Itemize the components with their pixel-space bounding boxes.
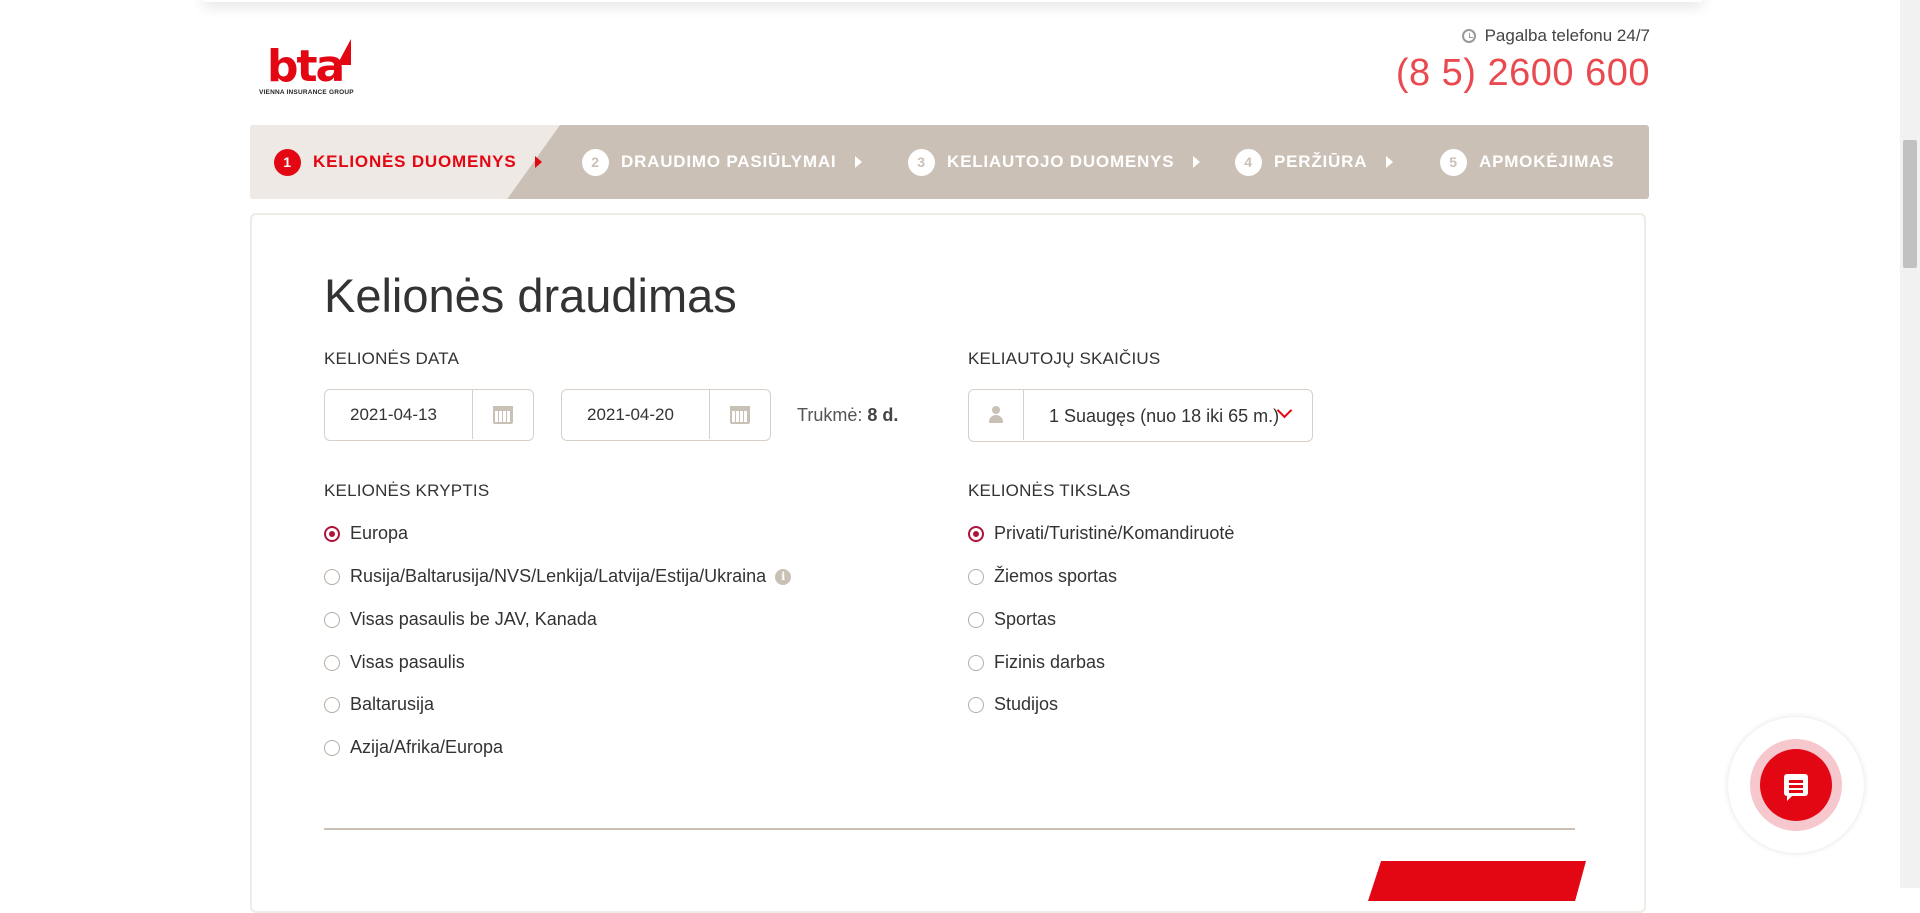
step-label: DRAUDIMO PASIŪLYMAI bbox=[621, 152, 837, 171]
option-label: Sportas bbox=[994, 609, 1057, 629]
direction-option-asia-africa[interactable]: Azija/Afrika/Europa bbox=[324, 737, 503, 758]
radio[interactable] bbox=[324, 696, 340, 713]
scrollbar-thumb[interactable] bbox=[1903, 140, 1917, 268]
calendar-icon bbox=[730, 405, 750, 424]
option-label: Visas pasaulis be JAV, Kanada bbox=[350, 609, 597, 629]
calendar-button[interactable] bbox=[709, 390, 770, 439]
direction-option-world[interactable]: Visas pasaulis bbox=[324, 652, 465, 673]
step-label: APMOKĖJIMAS bbox=[1479, 152, 1615, 171]
duration-value: 8 d. bbox=[867, 405, 899, 425]
form-divider bbox=[324, 828, 1575, 830]
step-number: 4 bbox=[1235, 148, 1262, 176]
step-2-offers[interactable]: 2 DRAUDIMO PASIŪLYMAI bbox=[582, 125, 863, 199]
option-label: Privati/Turistinė/Komandiruotė bbox=[994, 523, 1235, 543]
page-scrollbar[interactable] bbox=[1900, 0, 1920, 888]
bta-logo[interactable]: bta VIENNA INSURANCE GROUP bbox=[259, 37, 365, 99]
purpose-label: KELIONĖS TIKSLAS bbox=[968, 481, 1131, 500]
purpose-option-winter-sport[interactable]: Žiemos sportas bbox=[968, 566, 1117, 587]
radio[interactable] bbox=[968, 654, 984, 671]
top-bar-shadow bbox=[204, 0, 1702, 2]
step-number: 2 bbox=[582, 148, 609, 176]
clock-icon bbox=[1461, 29, 1476, 43]
travelers-value: 1 Suaugęs (nuo 18 iki 65 m.) bbox=[1049, 406, 1280, 426]
logo-subtext: VIENNA INSURANCE GROUP bbox=[259, 89, 354, 96]
radio-selected[interactable] bbox=[324, 525, 340, 542]
radio-selected[interactable] bbox=[968, 525, 984, 542]
date-to-field[interactable]: 2021-04-20 bbox=[561, 389, 771, 441]
step-label: KELIONĖS DUOMENYS bbox=[313, 152, 517, 171]
logo-sail-icon bbox=[337, 39, 351, 65]
duration: Trukmė: 8 d. bbox=[797, 405, 898, 426]
option-label: Fizinis darbas bbox=[994, 652, 1106, 672]
step-number: 5 bbox=[1440, 148, 1467, 176]
radio[interactable] bbox=[968, 568, 984, 585]
radio[interactable] bbox=[324, 568, 340, 585]
phone-number[interactable]: (8 5) 2600 600 bbox=[1396, 52, 1650, 95]
info-icon[interactable]: i bbox=[775, 568, 792, 585]
calculate-button[interactable] bbox=[1368, 861, 1586, 901]
travelers-label: KELIAUTOJŲ SKAIČIUS bbox=[968, 349, 1161, 368]
step-number: 1 bbox=[274, 148, 301, 176]
radio[interactable] bbox=[968, 611, 984, 628]
purpose-option-studies[interactable]: Studijos bbox=[968, 694, 1058, 715]
radio[interactable] bbox=[968, 696, 984, 713]
direction-option-europa[interactable]: Europa bbox=[324, 523, 408, 544]
step-1-trip-data[interactable]: 1 KELIONĖS DUOMENYS bbox=[274, 125, 543, 199]
purpose-option-physical-work[interactable]: Fizinis darbas bbox=[968, 652, 1105, 673]
chat-button[interactable] bbox=[1760, 749, 1832, 821]
purpose-option-sport[interactable]: Sportas bbox=[968, 609, 1056, 630]
caret-right-icon bbox=[1193, 156, 1201, 168]
option-label: Baltarusija bbox=[350, 694, 435, 714]
step-label: PERŽIŪRA bbox=[1274, 152, 1368, 171]
option-label: Visas pasaulis bbox=[350, 652, 465, 672]
calendar-button[interactable] bbox=[472, 390, 533, 439]
step-number: 3 bbox=[908, 148, 935, 176]
option-label: Studijos bbox=[994, 694, 1059, 714]
calendar-icon bbox=[493, 405, 513, 424]
trip-date-label: KELIONĖS DATA bbox=[324, 349, 460, 368]
date-from-value: 2021-04-13 bbox=[350, 405, 437, 424]
direction-option-world-no-usa[interactable]: Visas pasaulis be JAV, Kanada bbox=[324, 609, 597, 630]
caret-right-icon bbox=[535, 156, 543, 168]
step-5-payment[interactable]: 5 APMOKĖJIMAS bbox=[1440, 125, 1614, 199]
step-label: KELIAUTOJO DUOMENYS bbox=[947, 152, 1175, 171]
page-title: Kelionės draudimas bbox=[324, 269, 737, 322]
date-to-value: 2021-04-20 bbox=[587, 405, 674, 424]
person-icon-box bbox=[969, 390, 1024, 440]
duration-label: Trukmė: bbox=[797, 405, 863, 425]
radio[interactable] bbox=[324, 739, 340, 756]
help-line: Pagalba telefonu 24/7 bbox=[1461, 26, 1650, 46]
logo-word: bta bbox=[267, 41, 345, 92]
direction-label: KELIONĖS KRYPTIS bbox=[324, 481, 490, 500]
radio[interactable] bbox=[324, 654, 340, 671]
help-text: Pagalba telefonu 24/7 bbox=[1484, 26, 1650, 45]
direction-option-belarus[interactable]: Baltarusija bbox=[324, 694, 434, 715]
chat-icon bbox=[1784, 774, 1808, 801]
radio[interactable] bbox=[324, 611, 340, 628]
option-label: Rusija/Baltarusija/NVS/Lenkija/Latvija/E… bbox=[350, 566, 767, 586]
caret-right-icon bbox=[855, 156, 863, 168]
step-4-review[interactable]: 4 PERŽIŪRA bbox=[1235, 125, 1394, 199]
option-label: Europa bbox=[350, 523, 409, 543]
step-3-traveler-data[interactable]: 3 KELIAUTOJO DUOMENYS bbox=[908, 125, 1201, 199]
option-label: Žiemos sportas bbox=[994, 566, 1118, 586]
direction-option-russia[interactable]: Rusija/Baltarusija/NVS/Lenkija/Latvija/E… bbox=[324, 566, 792, 587]
person-icon bbox=[988, 406, 1004, 424]
purpose-option-private[interactable]: Privati/Turistinė/Komandiruotė bbox=[968, 523, 1234, 544]
date-from-field[interactable]: 2021-04-13 bbox=[324, 389, 534, 441]
steps-bar: 1 KELIONĖS DUOMENYS 2 DRAUDIMO PASIŪLYMA… bbox=[250, 125, 1649, 199]
caret-right-icon bbox=[1386, 156, 1394, 168]
travelers-select[interactable]: 1 Suaugęs (nuo 18 iki 65 m.) bbox=[968, 389, 1313, 442]
option-label: Azija/Afrika/Europa bbox=[350, 737, 504, 757]
